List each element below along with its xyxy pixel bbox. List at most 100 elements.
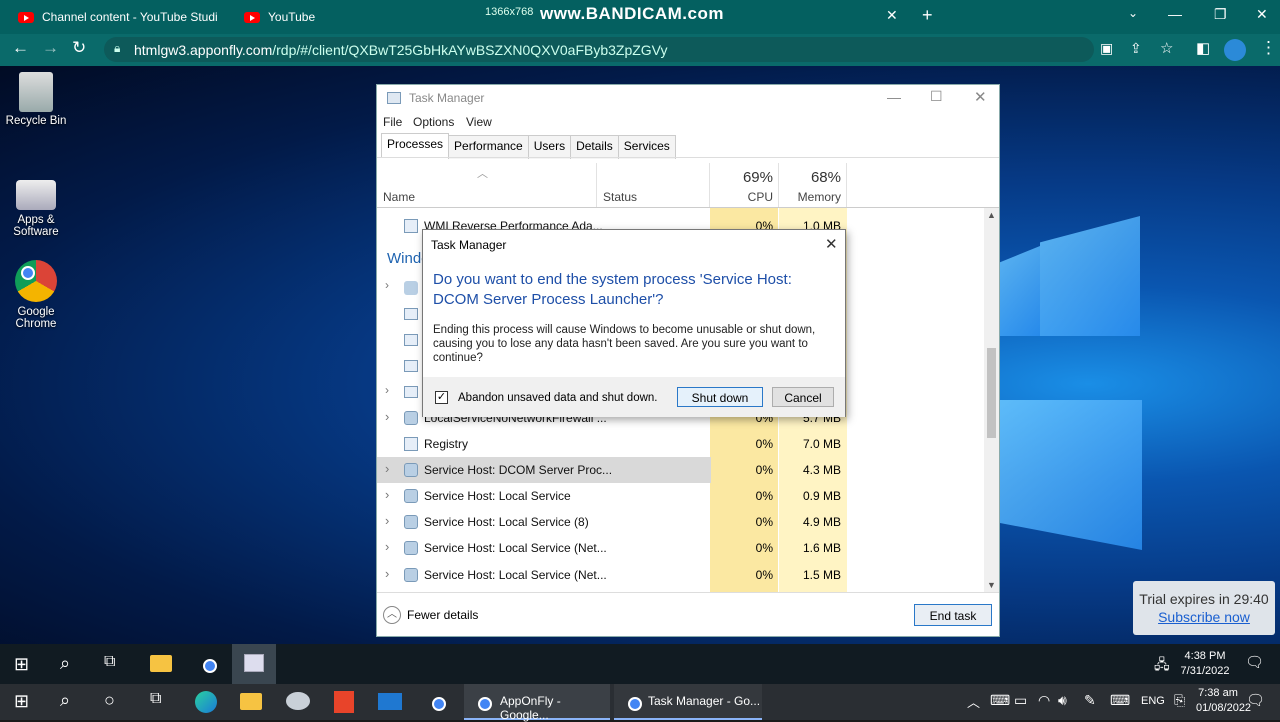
process-memory: 1.5 MB <box>802 568 841 582</box>
tab-processes[interactable]: Processes <box>381 133 450 157</box>
chevron-right-icon[interactable]: › <box>385 278 389 292</box>
process-name: Service Host: Local Service (Net... <box>424 541 607 555</box>
chevron-right-icon[interactable]: › <box>385 539 389 554</box>
divider <box>377 592 999 593</box>
forward-icon[interactable]: → <box>42 38 59 58</box>
fewer-details-button[interactable]: ︿ Fewer details <box>383 606 478 624</box>
tray-icon[interactable]: ⌨︎ <box>990 692 1010 709</box>
scroll-up-icon[interactable]: ▲ <box>987 210 996 220</box>
file-explorer-icon[interactable] <box>240 693 262 710</box>
end-process-dialog: Task Manager ✕ Do you want to end the sy… <box>422 229 846 417</box>
desktop-icon-apps-software[interactable]: Apps & Software <box>0 180 76 238</box>
search-icon[interactable]: ⌕ <box>60 690 70 711</box>
desktop-icon-google-chrome[interactable]: Google Chrome <box>0 260 76 330</box>
chevron-right-icon[interactable]: › <box>385 383 389 397</box>
volume-icon[interactable]: 🔊︎ <box>1058 692 1067 709</box>
search-icon[interactable]: ⌕ <box>60 653 70 674</box>
tab-details[interactable]: Details <box>570 135 619 159</box>
remote-clock[interactable]: 4:38 PM 7/31/2022 <box>1176 649 1234 679</box>
profile-avatar[interactable] <box>1224 39 1246 61</box>
task-view-icon[interactable]: ⧉ <box>104 653 115 671</box>
share-icon[interactable]: ⇪ <box>1130 40 1142 57</box>
app-icon <box>404 308 418 320</box>
chevron-right-icon[interactable]: › <box>385 513 389 528</box>
col-cpu[interactable]: CPU <box>735 190 773 204</box>
close-tab-icon[interactable]: ✕ <box>886 7 898 24</box>
app-icon[interactable] <box>286 692 310 710</box>
chevron-right-icon[interactable]: › <box>385 566 389 581</box>
task-view-icon[interactable]: ⧉ <box>150 690 161 708</box>
wifi-icon[interactable]: ◠ <box>1038 692 1050 709</box>
notification-icon[interactable]: 🗨︎ <box>1246 691 1265 709</box>
keyboard-icon[interactable]: ⌨︎ <box>1110 692 1130 709</box>
table-row[interactable]: › Service Host: Local Service (Net... 0%… <box>377 535 987 561</box>
col-name[interactable]: Name <box>383 190 415 204</box>
process-cpu: 0% <box>755 568 773 582</box>
tab-users[interactable]: Users <box>527 135 572 159</box>
tab-services[interactable]: Services <box>617 135 676 159</box>
chevron-right-icon[interactable]: › <box>385 409 389 424</box>
windows-start-icon[interactable]: ⊞ <box>14 691 29 712</box>
subscribe-link[interactable]: Subscribe now <box>1158 609 1250 625</box>
minimize-window-icon[interactable]: — <box>1168 6 1182 22</box>
url-text[interactable]: htmlgw3.apponfly.com/rdp/#/client/QXBwT2… <box>134 42 668 58</box>
taskbar-task-manager[interactable] <box>232 644 276 684</box>
tab-search-icon[interactable]: ⌄ <box>1128 6 1138 20</box>
maximize-icon[interactable]: ☐ <box>930 88 943 105</box>
gear-icon <box>404 541 418 555</box>
menu-dots-icon[interactable]: ⋮ <box>1260 38 1277 58</box>
abandon-checkbox[interactable]: ✓ <box>435 391 448 404</box>
close-icon[interactable]: ✕ <box>974 88 987 106</box>
cancel-button[interactable]: Cancel <box>772 387 834 407</box>
process-memory: 1.6 MB <box>802 541 841 555</box>
network-icon[interactable]: 🖧︎ <box>1154 654 1170 678</box>
table-row[interactable]: › Service Host: Local Service (8) 0% 4.9… <box>377 509 987 535</box>
pen-icon[interactable]: ✎ <box>1084 692 1096 709</box>
restore-window-icon[interactable]: ❐ <box>1214 6 1227 23</box>
taskbar-apponfly[interactable]: AppOnFly - Google... <box>464 684 610 722</box>
chevron-right-icon[interactable]: › <box>385 487 389 502</box>
battery-icon[interactable]: ▭ <box>1014 692 1027 709</box>
scroll-down-icon[interactable]: ▼ <box>987 580 996 590</box>
new-tab-icon[interactable]: + <box>922 5 933 26</box>
menu-options[interactable]: Options <box>413 115 454 129</box>
minimize-icon[interactable]: — <box>887 89 901 105</box>
divider <box>377 207 999 208</box>
table-row[interactable]: › Service Host: Local Service 0% 0.9 MB <box>377 483 987 509</box>
windows-start-icon[interactable]: ⊞ <box>14 654 29 675</box>
side-panel-icon[interactable]: ◧ <box>1196 39 1210 57</box>
menu-file[interactable]: File <box>383 115 402 129</box>
notification-icon[interactable]: 🗨︎ <box>1245 653 1264 671</box>
taskbar-task-manager-chrome[interactable]: Task Manager - Go... <box>614 684 762 720</box>
cortana-icon[interactable]: ○ <box>104 690 115 711</box>
table-row[interactable]: Registry 0% 7.0 MB <box>377 431 987 457</box>
reload-icon[interactable]: ↻ <box>72 38 86 58</box>
browser-tab[interactable]: YouTube <box>226 4 426 30</box>
browser-tab[interactable]: Channel content - YouTube Studi <box>0 4 232 30</box>
divider <box>709 163 710 207</box>
table-row[interactable]: › Service Host: Local Service (Net... 0%… <box>377 562 987 588</box>
mail-icon[interactable] <box>378 693 402 710</box>
phone-link-icon[interactable]: ⎘ <box>1174 692 1185 709</box>
close-icon[interactable]: ✕ <box>825 235 838 253</box>
end-task-button[interactable]: End task <box>914 604 992 626</box>
language-indicator[interactable]: ENG <box>1141 695 1165 707</box>
shut-down-button[interactable]: Shut down <box>677 387 763 407</box>
scrollbar[interactable]: ▲ ▼ <box>984 208 999 592</box>
desktop-icon-recycle-bin[interactable]: Recycle Bin <box>0 72 76 127</box>
chevron-up-icon[interactable]: ︿ <box>967 692 980 711</box>
col-status[interactable]: Status <box>603 190 637 204</box>
col-memory[interactable]: Memory <box>781 190 841 204</box>
edge-icon[interactable] <box>195 691 217 713</box>
scroll-thumb[interactable] <box>987 348 996 438</box>
menu-view[interactable]: View <box>466 115 492 129</box>
browser-tab-bar: Channel content - YouTube Studi YouTube … <box>0 0 1280 34</box>
close-window-icon[interactable]: ✕ <box>1256 6 1268 23</box>
office-icon[interactable] <box>334 691 354 713</box>
tab-performance[interactable]: Performance <box>448 135 529 159</box>
back-icon[interactable]: ← <box>12 38 29 58</box>
bookmark-star-icon[interactable]: ☆ <box>1160 39 1173 57</box>
file-explorer-icon[interactable] <box>150 655 172 672</box>
install-app-icon[interactable]: ▣ <box>1100 40 1113 57</box>
local-clock[interactable]: 7:38 am 01/08/2022 <box>1196 686 1251 716</box>
